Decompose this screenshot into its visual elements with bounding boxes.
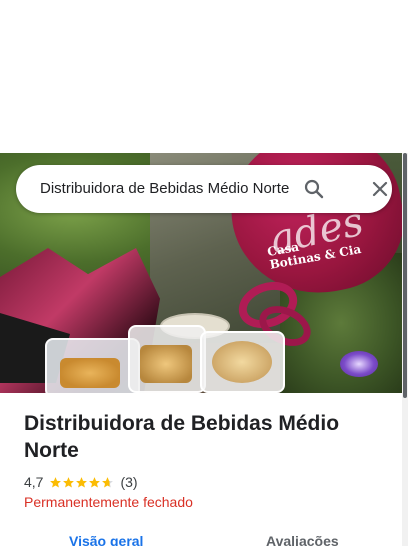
photo-food [140,345,192,383]
close-icon[interactable] [368,177,392,201]
scrollbar-thumb[interactable] [403,153,407,398]
business-status: Permanentemente fechado [24,494,193,510]
rating-row[interactable]: 4,7 (3) [24,474,138,490]
tab-overview[interactable]: Visão geral [69,533,143,546]
search-bar[interactable]: Distribuidora de Bebidas Médio Norte [16,165,392,213]
star-half-icon [102,476,114,487]
star-icon [89,476,101,487]
star-icon [63,476,75,487]
photo-food [60,358,120,388]
photo-food [212,341,272,383]
star-icon [50,476,62,487]
star-icon [76,476,88,487]
rating-stars [49,476,114,489]
place-title: Distribuidora de Bebidas Médio Norte [24,412,340,462]
search-icon[interactable] [302,177,326,201]
map-blank-area [0,0,408,153]
rating-value: 4,7 [24,474,44,490]
review-count[interactable]: (3) [120,474,137,490]
search-input[interactable]: Distribuidora de Bebidas Médio Norte [40,165,304,213]
tab-reviews[interactable]: Avaliações [266,533,339,546]
photo-flower [340,351,378,377]
